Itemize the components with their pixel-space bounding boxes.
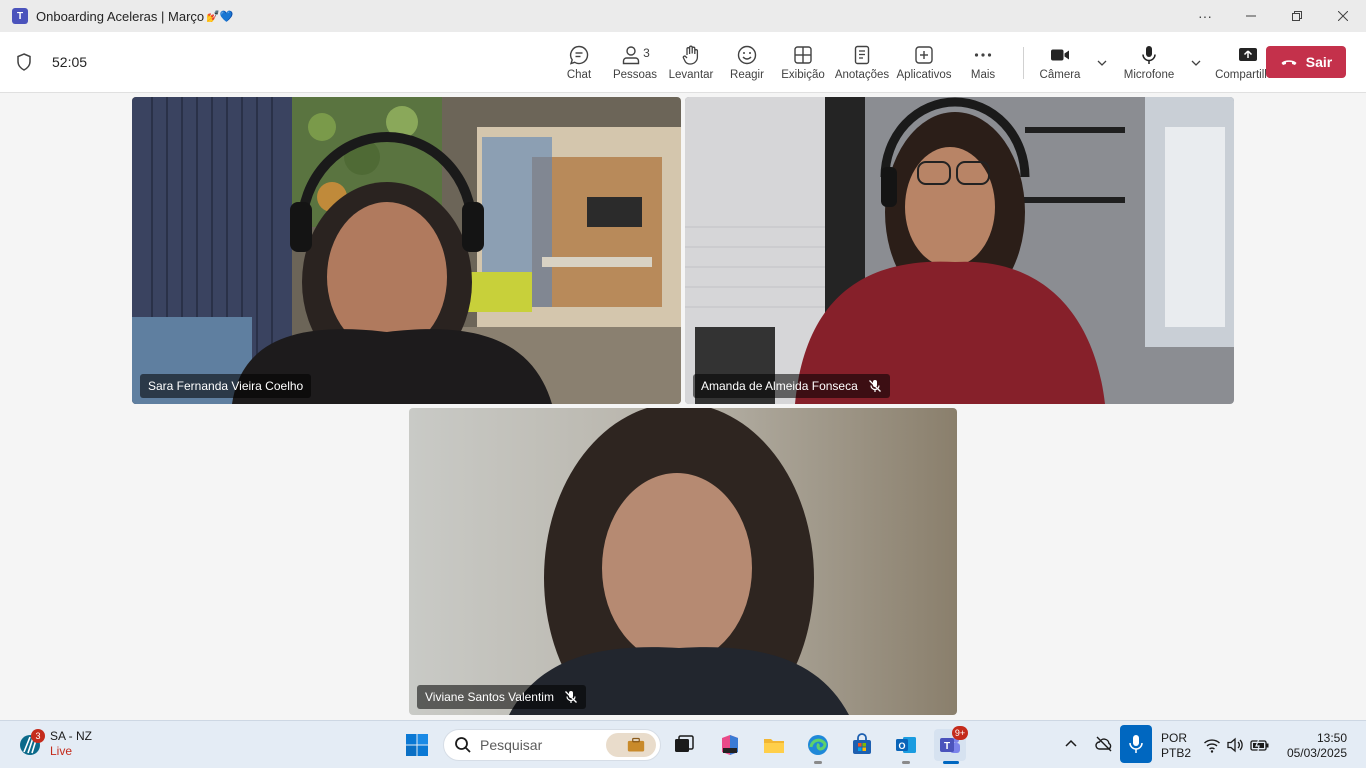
share-screen-icon (1239, 48, 1257, 61)
participant-name: Sara Fernanda Vieira Coelho (148, 379, 304, 393)
raise-hand-button[interactable]: Levantar (663, 32, 719, 93)
microphone-icon (1142, 46, 1156, 64)
clock-time: 13:50 (1316, 731, 1347, 745)
toolbar-divider (1023, 46, 1024, 79)
people-count: 3 (643, 46, 650, 60)
participant-name: Viviane Santos Valentim (425, 690, 554, 704)
window-title: Onboarding Aceleras | Março (36, 8, 205, 24)
close-button[interactable] (1320, 0, 1366, 32)
hand-icon (682, 45, 699, 65)
camera-button[interactable]: Câmera (1032, 32, 1088, 93)
view-button[interactable]: Exibição (775, 32, 831, 93)
windows-taskbar: 3 SA - NZ Live Pesquisar O T 9+ POR PTB2… (0, 720, 1366, 768)
view-label: Exibição (781, 69, 825, 81)
smile-icon (737, 45, 757, 65)
react-label: Reagir (730, 69, 764, 81)
teams-notification-badge: 9+ (952, 726, 968, 740)
m365-copilot-icon[interactable] (714, 729, 746, 761)
weather-badge: 3 (31, 729, 45, 743)
volume-icon[interactable] (1226, 736, 1244, 754)
cloud-offline-icon[interactable] (1095, 735, 1113, 753)
window-titlebar: T Onboarding Aceleras | Março 💅💙 ··· (0, 0, 1366, 32)
input-language-indicator[interactable]: POR PTB2 (1161, 731, 1191, 761)
clock-date: 05/03/2025 (1286, 746, 1347, 760)
elapsed-time: 52:05 (52, 54, 88, 70)
taskbar-search[interactable]: Pesquisar (443, 729, 661, 761)
microsoft-store-icon[interactable] (846, 729, 878, 761)
leave-button[interactable]: Sair (1266, 46, 1346, 78)
add-app-icon (915, 46, 933, 64)
chat-label: Chat (566, 69, 592, 81)
video-tile-participant-2[interactable]: Amanda de Almeida Fonseca (685, 97, 1234, 404)
microphone-in-use-icon[interactable] (1120, 725, 1152, 763)
windows-start-icon[interactable] (405, 733, 429, 757)
meeting-timer: 52:05 (16, 53, 87, 71)
running-indicator (902, 761, 910, 764)
more-options-icon[interactable]: ··· (1182, 0, 1228, 32)
apps-label: Aplicativos (896, 69, 952, 81)
video-tile-participant-3[interactable]: Viviane Santos Valentim (409, 408, 957, 715)
camera-icon (1051, 49, 1069, 61)
edge-browser-icon[interactable] (802, 729, 834, 764)
teams-taskbar-icon[interactable]: T 9+ (934, 726, 968, 764)
task-view-icon[interactable] (668, 729, 700, 761)
leave-label: Sair (1305, 54, 1333, 70)
grid-view-icon (794, 46, 812, 64)
show-hidden-icons-chevron-icon[interactable] (1064, 737, 1078, 751)
meeting-toolbar: 52:05 Chat 3 Pessoas Levantar Reagir Exi… (0, 32, 1366, 93)
people-button[interactable]: 3 Pessoas (607, 32, 663, 93)
people-icon (622, 46, 640, 65)
wifi-icon[interactable] (1203, 736, 1221, 754)
raise-hand-label: Levantar (668, 69, 714, 81)
widget-title: SA - NZ (50, 729, 93, 743)
participant-nameplate: Sara Fernanda Vieira Coelho (140, 374, 312, 398)
keyboard-layout: PTB2 (1161, 746, 1192, 760)
hang-up-icon (1281, 60, 1297, 65)
apps-button[interactable]: Aplicativos (893, 32, 955, 93)
microphone-button[interactable]: Microfone (1116, 32, 1182, 93)
restore-button[interactable] (1274, 0, 1320, 32)
muted-mic-icon (868, 380, 881, 392)
notes-button[interactable]: Anotações (831, 32, 893, 93)
search-icon (455, 737, 471, 753)
weather-widget[interactable]: 3 SA - NZ Live (18, 729, 92, 759)
notes-label: Anotações (834, 69, 890, 81)
search-highlight-icon (606, 733, 656, 757)
teams-icon: T (12, 8, 28, 24)
shield-icon (17, 53, 31, 71)
camera-label: Câmera (1039, 69, 1081, 81)
people-label: Pessoas (612, 69, 658, 81)
svg-text:T: T (944, 741, 950, 752)
system-clock[interactable]: 13:50 05/03/2025 (1287, 731, 1347, 761)
notes-icon (854, 45, 870, 65)
camera-options-chevron-icon[interactable] (1096, 57, 1108, 69)
file-explorer-icon[interactable] (758, 729, 790, 761)
battery-charging-icon[interactable] (1250, 736, 1270, 754)
minimize-button[interactable] (1228, 0, 1274, 32)
chat-button[interactable]: Chat (551, 32, 607, 93)
muted-mic-icon (565, 691, 577, 703)
more-icon (974, 53, 992, 57)
video-tile-participant-1[interactable]: Sara Fernanda Vieira Coelho (132, 97, 681, 404)
participant-nameplate: Amanda de Almeida Fonseca (693, 374, 890, 398)
more-button[interactable]: Mais (955, 32, 1011, 93)
participant-nameplate: Viviane Santos Valentim (417, 685, 586, 709)
language-code: POR (1161, 731, 1188, 745)
video-feed (685, 97, 1234, 404)
title-emoji: 💅💙 (206, 10, 234, 23)
running-indicator (814, 761, 822, 764)
video-feed (132, 97, 681, 404)
more-label: Mais (970, 69, 996, 81)
chat-icon (569, 45, 589, 65)
widget-status: Live (50, 744, 73, 758)
active-indicator (943, 761, 959, 764)
svg-text:O: O (898, 741, 905, 751)
participant-name: Amanda de Almeida Fonseca (701, 379, 858, 393)
microphone-label: Microfone (1123, 69, 1175, 81)
search-placeholder: Pesquisar (480, 737, 543, 753)
microphone-options-chevron-icon[interactable] (1190, 57, 1202, 69)
video-feed (409, 408, 957, 715)
outlook-icon[interactable]: O (890, 729, 922, 764)
react-button[interactable]: Reagir (719, 32, 775, 93)
